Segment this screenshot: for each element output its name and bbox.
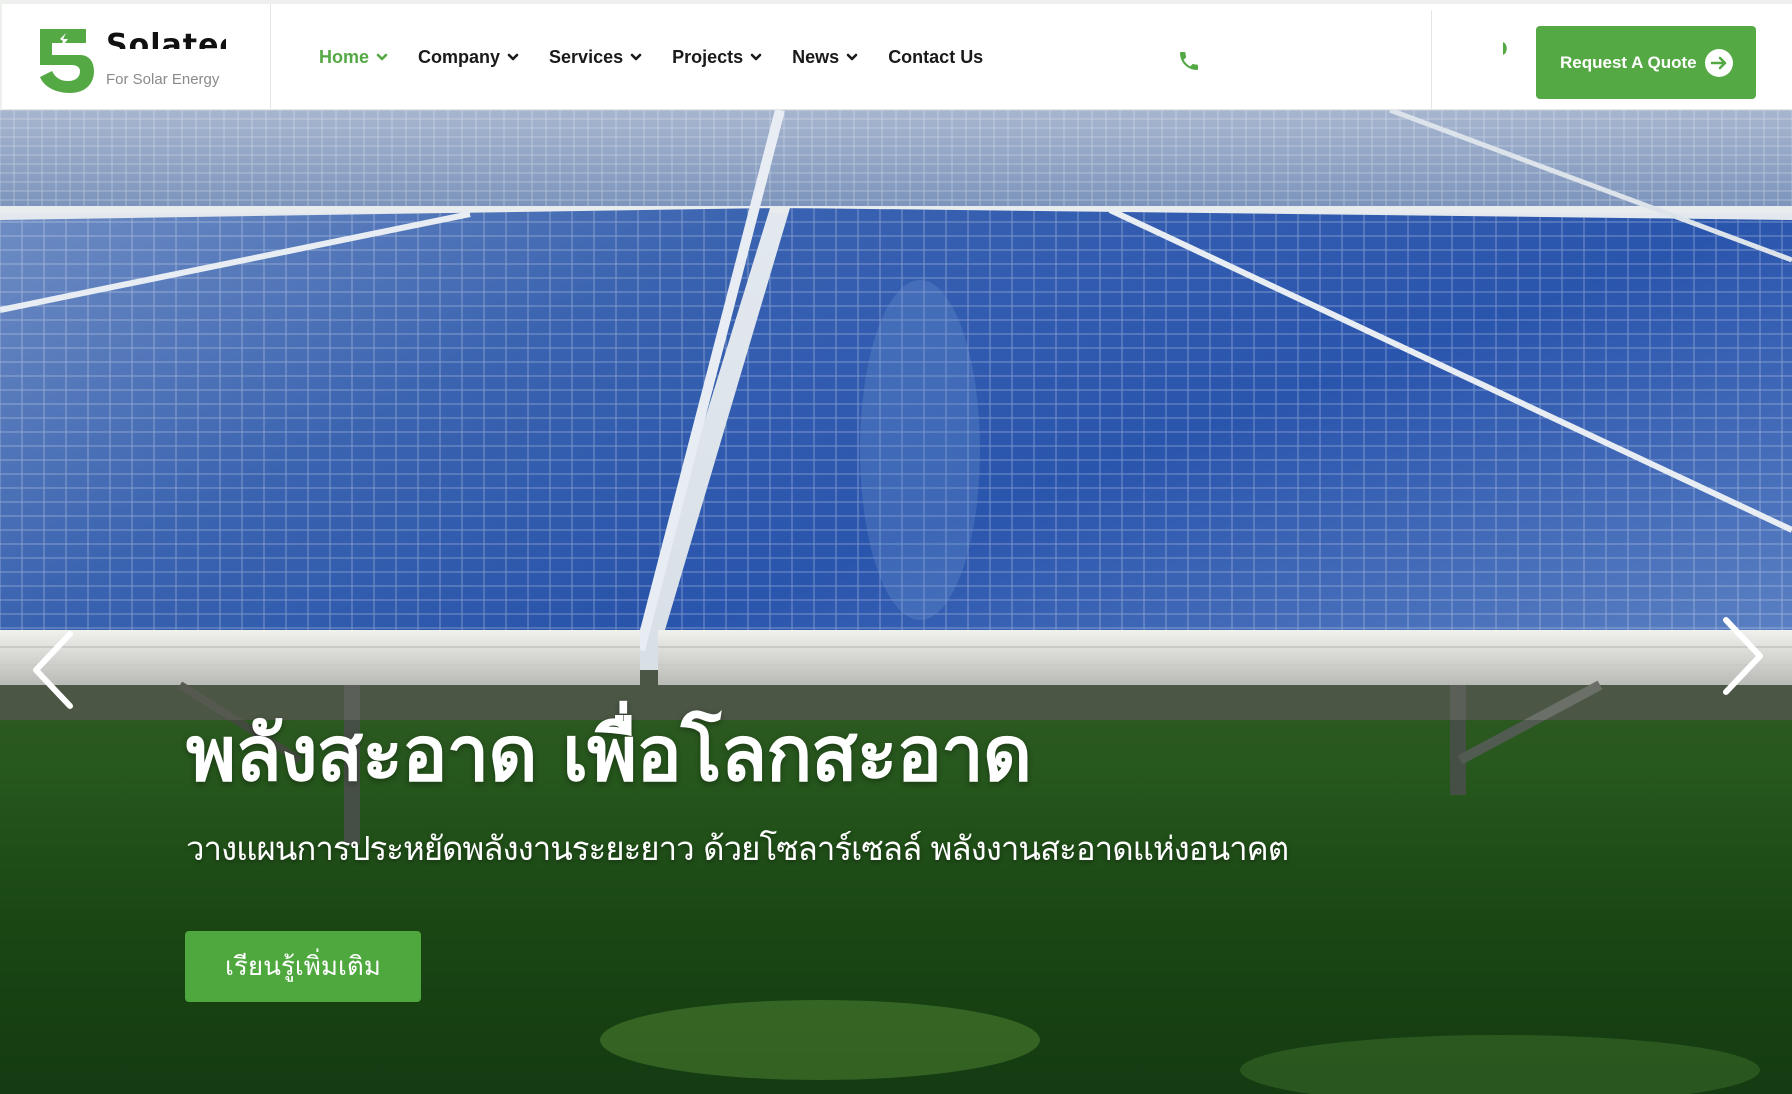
request-quote-button[interactable]: Request A Quote	[1536, 26, 1756, 99]
nav-item-news[interactable]: News	[792, 47, 858, 68]
learn-more-button[interactable]: เรียนรู้เพิ่มเติม	[185, 931, 421, 1002]
brand-name: Solatec	[106, 30, 226, 62]
chevron-down-icon	[750, 53, 762, 61]
nav-item-services[interactable]: Services	[549, 47, 642, 68]
hero-subtitle: วางแผนการประหยัดพลังงานระยะยาว ด้วยโซลาร…	[186, 829, 1289, 868]
hero-title: พลังสะอาด เพื่อโลกสะอาด	[186, 709, 1032, 798]
partial-icon	[1503, 42, 1507, 55]
nav-item-company[interactable]: Company	[418, 47, 519, 68]
nav-label: Services	[549, 46, 624, 67]
logo[interactable]: Solatec For Solar Energy	[0, 4, 271, 110]
nav-item-home[interactable]: Home	[319, 47, 388, 68]
phone-icon[interactable]	[1177, 49, 1201, 73]
nav-label: Projects	[672, 46, 744, 67]
solar-shield-logo-icon	[40, 29, 94, 93]
nav-label: Home	[319, 46, 370, 67]
chevron-left-icon[interactable]	[30, 630, 78, 710]
nav-label: News	[792, 46, 840, 67]
nav-item-projects[interactable]: Projects	[672, 47, 762, 68]
chevron-right-icon[interactable]	[1718, 616, 1766, 696]
nav-label: Contact Us	[888, 46, 984, 67]
chevron-down-icon	[846, 53, 858, 61]
request-quote-label: Request A Quote	[1560, 52, 1697, 72]
header-divider	[1431, 10, 1432, 110]
main-nav: Home Company Services Projects News Cont…	[319, 4, 1013, 110]
nav-label: Company	[418, 46, 501, 67]
nav-item-contact-us[interactable]: Contact Us	[888, 47, 983, 68]
brand-tagline: For Solar Energy	[106, 71, 220, 88]
chevron-down-icon	[630, 53, 642, 61]
arrow-right-circle-icon	[1705, 49, 1733, 77]
chevron-down-icon	[507, 53, 519, 61]
chevron-down-icon	[376, 53, 388, 61]
site-header: Solatec For Solar Energy Home Company Se…	[0, 0, 1792, 110]
